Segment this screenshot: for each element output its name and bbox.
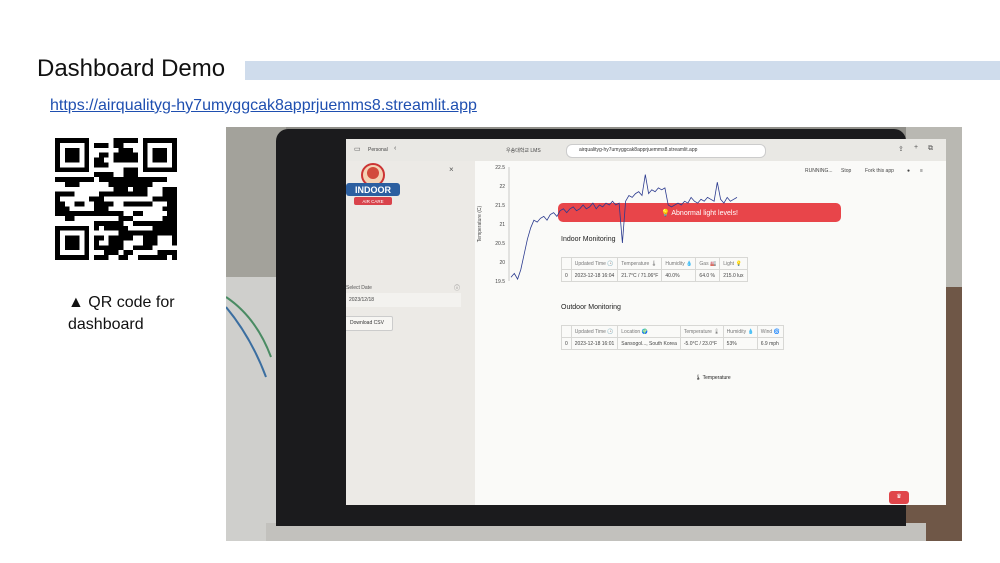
tab-lms[interactable]: 우송대학교 LMS [506, 147, 541, 154]
running-status: RUNNING... [805, 168, 833, 174]
fork-app-button[interactable]: Fork this app [865, 168, 894, 174]
url-text: airqualityg-hy7umyggcak8apprjuemms8.stre… [579, 147, 698, 153]
download-csv-label: Download CSV [350, 320, 384, 326]
browser-tab-bar: ▭ Personal ‹ 우송대학교 LMS airqualityg-hy7um… [346, 139, 946, 162]
share-icon[interactable]: ⇪ [898, 145, 904, 153]
y-tick-label: 22.5 [495, 165, 505, 171]
y-tick-label: 22 [499, 184, 505, 190]
streamlit-badge-icon[interactable]: ♛ [889, 491, 909, 504]
sidebar-toggle-icon[interactable]: ▭ [354, 145, 361, 153]
close-icon[interactable]: × [449, 165, 454, 174]
laptop-photo: ▭ Personal ‹ 우송대학교 LMS airqualityg-hy7um… [226, 127, 962, 541]
stop-button[interactable]: Stop [841, 168, 851, 174]
table-header-row: Updated Time 🕒 Location 🌍 Temperature 🌡 … [561, 325, 784, 338]
header-cell: Location 🌍 [617, 325, 681, 338]
laptop-bezel: ▭ Personal ‹ 우송대학교 LMS airqualityg-hy7um… [276, 129, 946, 526]
dashboard-link[interactable]: https://airqualityg-hy7umyggcak8apprjuem… [50, 97, 477, 115]
y-tick-label: 20 [499, 260, 505, 266]
header-cell [561, 325, 572, 338]
header-cell: Wind 🌀 [756, 325, 784, 338]
outdoor-table: Updated Time 🕒 Location 🌍 Temperature 🌡 … [561, 325, 784, 350]
menu-icon[interactable]: ≡ [920, 168, 923, 174]
back-arrow-icon[interactable]: ‹ [394, 145, 396, 152]
profile-label[interactable]: Personal [368, 147, 388, 153]
table-row: 0 2023-12-18 16:01 Sansogol..., South Ko… [561, 337, 784, 350]
slide-title: Dashboard Demo [37, 55, 226, 82]
title-accent-bar [245, 61, 1000, 80]
help-icon[interactable]: ⓘ [454, 283, 460, 292]
app-main: RUNNING... Stop Fork this app ● ≡ 💡 Abno… [475, 161, 946, 505]
outdoor-heading: Outdoor Monitoring [561, 304, 621, 311]
y-tick-label: 20.5 [495, 241, 505, 247]
table-cell: 0 [561, 337, 572, 350]
qr-code [55, 138, 177, 260]
header-cell: Temperature 🌡 [679, 325, 724, 338]
github-icon[interactable]: ● [907, 168, 910, 174]
select-date-label: Select Date [346, 285, 372, 291]
date-input[interactable]: 2023/12/18 [346, 293, 461, 307]
y-tick-label: 21 [499, 222, 505, 228]
tabs-overview-icon[interactable]: ⧉ [928, 145, 933, 153]
table-cell: -5.0°C / 23.0°F [679, 337, 724, 350]
header-cell: Updated Time 🕒 [570, 325, 619, 338]
table-cell: Sansogol..., South Korea [617, 337, 681, 350]
address-bar[interactable]: airqualityg-hy7umyggcak8apprjuemms8.stre… [566, 144, 766, 158]
laptop-screen: ▭ Personal ‹ 우송대학교 LMS airqualityg-hy7um… [346, 139, 946, 505]
y-axis-label: Temperature (C) [477, 205, 483, 242]
chart-title: 🌡 Temperature [695, 375, 731, 381]
table-cell: 53% [722, 337, 758, 350]
app-sidebar: × INDOOR AIR CARE Select Date ⓘ 2023/12/… [346, 161, 475, 505]
temperature-chart: 19.5 20 20.5 21 21.5 22 22.5 Temperature (C) [477, 165, 738, 285]
y-tick-label: 19.5 [495, 279, 505, 285]
header-cell: Humidity 💧 [722, 325, 758, 338]
temperature-series-line [510, 174, 738, 281]
logo-text: INDOOR [355, 185, 392, 195]
qr-caption: ▲ QR code for dashboard [68, 294, 175, 333]
download-csv-button[interactable]: Download CSV [346, 316, 393, 331]
table-cell: 2023-12-18 16:01 [570, 337, 619, 350]
logo-subtext: AIR CARE [362, 199, 383, 204]
table-cell: 6.9 mph [756, 337, 784, 350]
new-tab-icon[interactable]: + [914, 144, 918, 151]
date-value: 2023/12/18 [349, 297, 375, 303]
y-tick-label: 21.5 [495, 203, 505, 209]
indoor-air-care-logo: INDOOR AIR CARE [346, 163, 400, 205]
